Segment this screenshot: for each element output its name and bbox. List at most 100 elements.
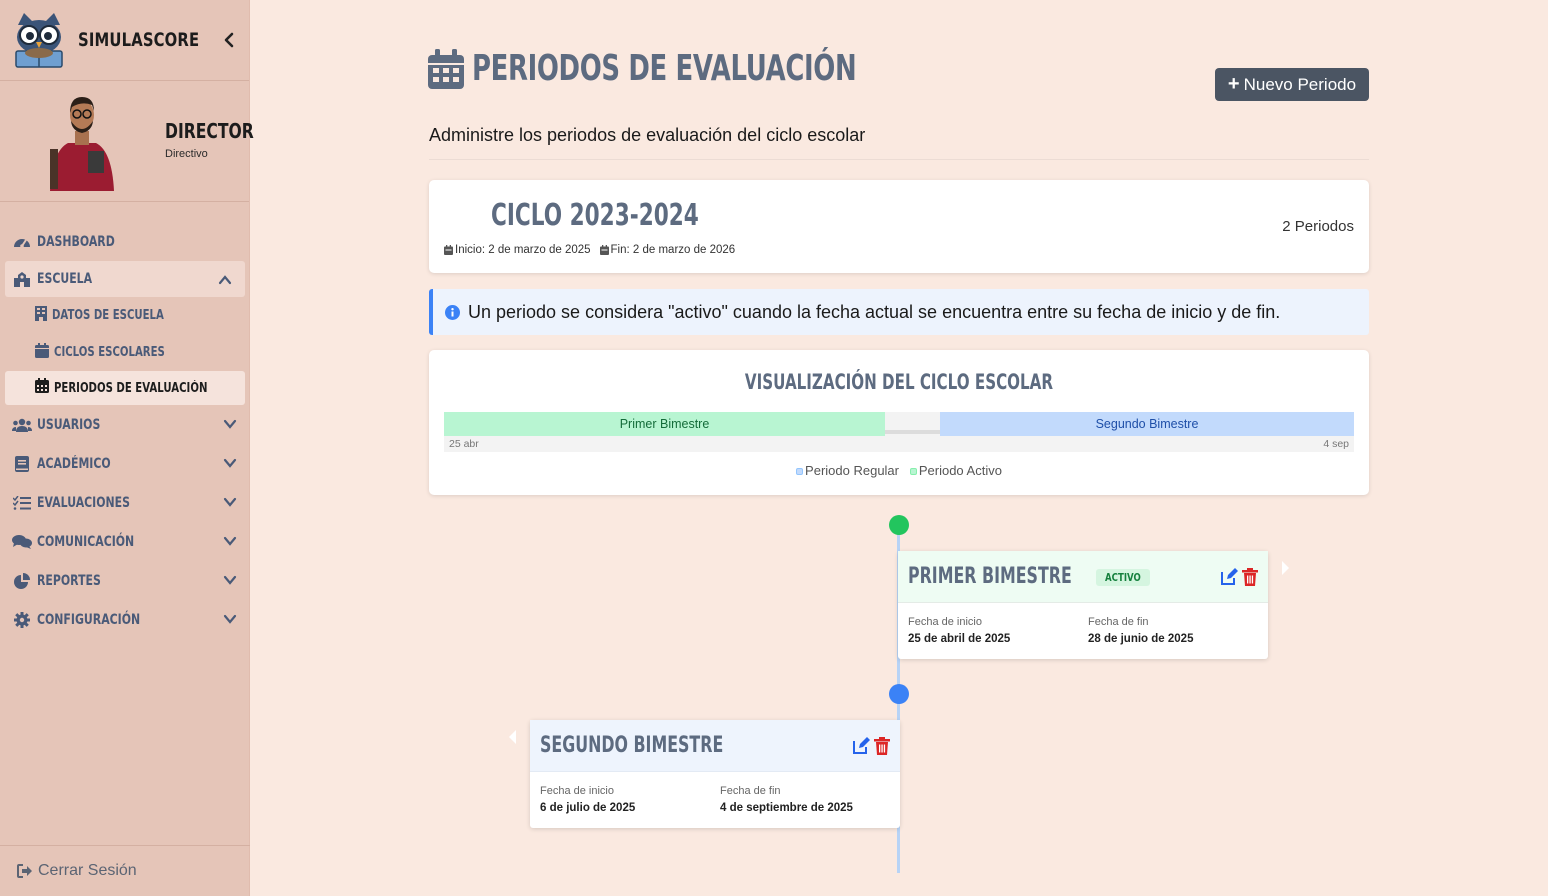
sidebar-item-label: ESCUELA — [37, 271, 93, 287]
calendar-icon — [599, 245, 609, 255]
sidebar: SIMULASCORE DIRECTOR Directivo DASHBOARD — [0, 0, 254, 896]
segment-gap — [885, 430, 940, 434]
sidebar-item-label: EVALUACIONES — [37, 494, 131, 511]
period-start-label: Fecha de inicio — [540, 785, 614, 797]
cycle-end-label: Fin: 2 de marzo de 2026 — [610, 244, 736, 256]
sidebar-item-configuracion[interactable]: CONFIGURACIÓN — [0, 600, 250, 639]
caret-left-icon — [509, 730, 516, 744]
profile-subtitle: Directivo — [165, 148, 208, 160]
cycle-end: Fin: 2 de marzo de 2026 — [599, 244, 736, 256]
info-alert: Un periodo se considera "activo" cuando … — [429, 289, 1369, 335]
brand: SIMULASCORE — [0, 0, 249, 81]
profile-role: DIRECTOR — [165, 119, 254, 143]
sidebar-item-label: USUARIOS — [37, 416, 101, 433]
period-name: SEGUNDO BIMESTRE — [540, 733, 724, 758]
app-name: SIMULASCORE — [78, 29, 200, 51]
visualization-title: VISUALIZACIÓN DEL CICLO ESCOLAR — [429, 370, 1369, 394]
plus-icon: + — [1227, 73, 1240, 95]
owl-logo — [15, 13, 63, 68]
sidebar-item-label: COMUNICACIÓN — [37, 533, 135, 550]
period-header: PRIMER BIMESTRE ACTIVO — [898, 551, 1268, 603]
period-end: Fecha de fin 4 de septiembre de 2025 — [720, 785, 853, 814]
sidebar-subitem-label: PERIODOS DE EVALUACIÓN — [54, 380, 208, 396]
sidebar-item-comunicacion[interactable]: COMUNICACIÓN — [0, 522, 250, 561]
calendar-icon — [444, 245, 453, 255]
legend-regular: Periodo Regular — [805, 463, 899, 478]
tick-start: 25 abr — [449, 438, 479, 450]
page-title: PERIODOS DE EVALUACIÓN — [428, 48, 1006, 89]
edit-icon[interactable] — [1220, 568, 1238, 586]
new-period-label: Nuevo Periodo — [1243, 74, 1357, 94]
sidebar-item-academico[interactable]: ACADÉMICO — [0, 444, 250, 483]
legend-swatch-regular — [796, 468, 804, 476]
sidebar-menu: DASHBOARD ESCUELA DATOS DE ESCUELA CICLO… — [0, 222, 250, 639]
sidebar-item-label: REPORTES — [37, 572, 101, 589]
legend-active: Periodo Activo — [918, 463, 1002, 478]
sidebar-subitem-ciclos-escolares[interactable]: CICLOS ESCOLARES — [0, 334, 250, 371]
divider — [429, 159, 1369, 160]
cycle-visualization-card: VISUALIZACIÓN DEL CICLO ESCOLAR Primer B… — [429, 350, 1369, 495]
user-profile: DIRECTOR Directivo — [0, 81, 254, 202]
calendar-days-icon — [35, 378, 49, 398]
timeline-dot-regular — [889, 684, 909, 704]
trash-icon[interactable] — [1241, 568, 1259, 586]
building-icon — [35, 305, 47, 326]
chevron-down-icon — [223, 497, 237, 507]
list-check-icon — [12, 495, 32, 511]
period-start-value: 6 de julio de 2025 — [540, 802, 636, 814]
sidebar-item-reportes[interactable]: REPORTES — [0, 561, 250, 600]
info-circle-icon — [445, 304, 460, 320]
cycle-dates: Inicio: 2 de marzo de 2025 Fin: 2 de mar… — [444, 244, 744, 256]
gauge-icon — [12, 234, 32, 250]
cycle-start: Inicio: 2 de marzo de 2025 — [444, 244, 591, 256]
period-name: PRIMER BIMESTRE — [908, 564, 1072, 589]
segment-primer-bimestre[interactable]: Primer Bimestre — [444, 412, 885, 436]
sidebar-item-usuarios[interactable]: USUARIOS — [0, 405, 250, 444]
new-period-button[interactable]: + Nuevo Periodo — [1215, 68, 1369, 101]
cycle-card: CICLO 2023-2024 Inicio: 2 de marzo de 20… — [429, 180, 1369, 273]
sidebar-item-label: DASHBOARD — [37, 233, 115, 250]
sidebar-subitem-label: DATOS DE ESCUELA — [52, 308, 164, 323]
chevron-down-icon — [223, 614, 237, 624]
period-end-value: 4 de septiembre de 2025 — [720, 802, 853, 814]
sidebar-item-dashboard[interactable]: DASHBOARD — [0, 222, 250, 261]
sidebar-item-escuela[interactable]: ESCUELA — [5, 261, 245, 297]
logout-label: Cerrar Sesión — [38, 862, 137, 879]
logout-button[interactable]: Cerrar Sesión — [0, 845, 250, 896]
sidebar-subitem-periodos-evaluacion[interactable]: PERIODOS DE EVALUACIÓN — [5, 371, 245, 405]
period-start: Fecha de inicio 6 de julio de 2025 — [540, 785, 635, 814]
period-end-label: Fecha de fin — [720, 785, 781, 797]
legend-swatch-active — [909, 468, 917, 476]
period-card-primer-bimestre: PRIMER BIMESTRE ACTIVO Fecha de inicio 2… — [898, 551, 1268, 659]
book-icon — [12, 455, 32, 472]
school-icon — [12, 271, 32, 287]
sidebar-item-evaluaciones[interactable]: EVALUACIONES — [0, 483, 250, 522]
chart-pie-icon — [12, 572, 32, 589]
gear-icon — [12, 611, 32, 628]
segment-segundo-bimestre[interactable]: Segundo Bimestre — [940, 412, 1354, 436]
cycle-period-count: 2 Periodos — [1282, 218, 1354, 235]
sidebar-subitem-datos-escuela[interactable]: DATOS DE ESCUELA — [0, 297, 250, 334]
chevron-down-icon — [223, 575, 237, 585]
calendar-days-icon — [428, 48, 464, 89]
caret-right-icon — [1282, 561, 1289, 575]
chevron-down-icon — [223, 458, 237, 468]
period-card-segundo-bimestre: SEGUNDO BIMESTRE Fecha de inicio 6 de ju… — [530, 720, 900, 828]
period-end: Fecha de fin 28 de junio de 2025 — [1088, 616, 1193, 645]
trash-icon[interactable] — [873, 737, 891, 755]
chevron-left-icon[interactable] — [219, 30, 239, 50]
status-badge-text: ACTIVO — [1105, 571, 1141, 584]
timeline-track: Primer Bimestre Segundo Bimestre 25 abr … — [444, 412, 1354, 452]
calendar-icon — [35, 342, 49, 363]
status-badge: ACTIVO — [1096, 569, 1150, 586]
sign-out-icon — [17, 864, 32, 878]
timeline-dot-active — [889, 515, 909, 535]
chevron-down-icon — [223, 419, 237, 429]
period-start: Fecha de inicio 25 de abril de 2025 — [908, 616, 1010, 645]
page-title-text: PERIODOS DE EVALUACIÓN — [472, 48, 857, 89]
period-end-label: Fecha de fin — [1088, 616, 1149, 628]
chevron-down-icon — [223, 536, 237, 546]
avatar — [50, 97, 114, 191]
edit-icon[interactable] — [852, 737, 870, 755]
period-header: SEGUNDO BIMESTRE — [530, 720, 900, 772]
